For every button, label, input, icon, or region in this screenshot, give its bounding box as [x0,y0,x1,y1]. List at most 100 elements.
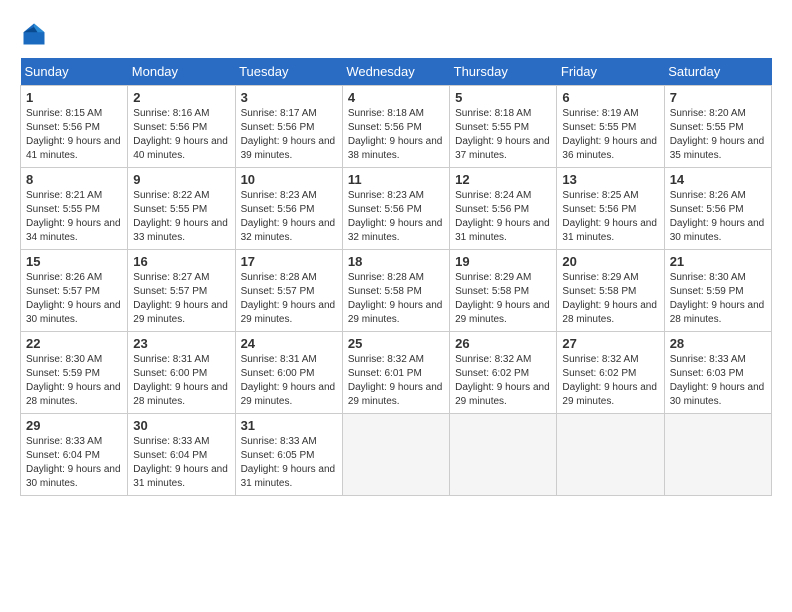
empty-cell [664,414,771,496]
calendar-week-4: 22 Sunrise: 8:30 AM Sunset: 5:59 PM Dayl… [21,332,772,414]
day-number: 20 [562,254,658,269]
calendar-week-1: 1 Sunrise: 8:15 AM Sunset: 5:56 PM Dayli… [21,86,772,168]
day-cell-30: 30 Sunrise: 8:33 AM Sunset: 6:04 PM Dayl… [128,414,235,496]
day-number: 18 [348,254,444,269]
day-cell-4: 4 Sunrise: 8:18 AM Sunset: 5:56 PM Dayli… [342,86,449,168]
day-info: Sunrise: 8:23 AM Sunset: 5:56 PM Dayligh… [348,189,444,245]
day-cell-26: 26 Sunrise: 8:32 AM Sunset: 6:02 PM Dayl… [450,332,557,414]
day-info: Sunrise: 8:30 AM Sunset: 5:59 PM Dayligh… [26,353,122,409]
day-number: 14 [670,172,766,187]
empty-cell [557,414,664,496]
day-cell-8: 8 Sunrise: 8:21 AM Sunset: 5:55 PM Dayli… [21,168,128,250]
day-info: Sunrise: 8:21 AM Sunset: 5:55 PM Dayligh… [26,189,122,245]
day-number: 11 [348,172,444,187]
day-info: Sunrise: 8:33 AM Sunset: 6:05 PM Dayligh… [241,435,337,491]
day-cell-29: 29 Sunrise: 8:33 AM Sunset: 6:04 PM Dayl… [21,414,128,496]
day-cell-25: 25 Sunrise: 8:32 AM Sunset: 6:01 PM Dayl… [342,332,449,414]
day-number: 3 [241,90,337,105]
day-info: Sunrise: 8:32 AM Sunset: 6:01 PM Dayligh… [348,353,444,409]
day-number: 21 [670,254,766,269]
day-number: 10 [241,172,337,187]
day-info: Sunrise: 8:18 AM Sunset: 5:55 PM Dayligh… [455,107,551,163]
day-info: Sunrise: 8:30 AM Sunset: 5:59 PM Dayligh… [670,271,766,327]
day-cell-1: 1 Sunrise: 8:15 AM Sunset: 5:56 PM Dayli… [21,86,128,168]
weekday-header-sunday: Sunday [21,58,128,86]
day-number: 24 [241,336,337,351]
day-cell-10: 10 Sunrise: 8:23 AM Sunset: 5:56 PM Dayl… [235,168,342,250]
calendar-week-3: 15 Sunrise: 8:26 AM Sunset: 5:57 PM Dayl… [21,250,772,332]
day-number: 1 [26,90,122,105]
day-info: Sunrise: 8:33 AM Sunset: 6:04 PM Dayligh… [133,435,229,491]
day-number: 26 [455,336,551,351]
day-cell-11: 11 Sunrise: 8:23 AM Sunset: 5:56 PM Dayl… [342,168,449,250]
day-cell-2: 2 Sunrise: 8:16 AM Sunset: 5:56 PM Dayli… [128,86,235,168]
day-info: Sunrise: 8:15 AM Sunset: 5:56 PM Dayligh… [26,107,122,163]
weekday-header-thursday: Thursday [450,58,557,86]
day-info: Sunrise: 8:25 AM Sunset: 5:56 PM Dayligh… [562,189,658,245]
logo [20,20,52,48]
day-cell-27: 27 Sunrise: 8:32 AM Sunset: 6:02 PM Dayl… [557,332,664,414]
day-number: 30 [133,418,229,433]
day-number: 13 [562,172,658,187]
day-info: Sunrise: 8:20 AM Sunset: 5:55 PM Dayligh… [670,107,766,163]
weekday-header-monday: Monday [128,58,235,86]
day-cell-22: 22 Sunrise: 8:30 AM Sunset: 5:59 PM Dayl… [21,332,128,414]
day-info: Sunrise: 8:32 AM Sunset: 6:02 PM Dayligh… [562,353,658,409]
day-number: 28 [670,336,766,351]
day-info: Sunrise: 8:27 AM Sunset: 5:57 PM Dayligh… [133,271,229,327]
day-cell-21: 21 Sunrise: 8:30 AM Sunset: 5:59 PM Dayl… [664,250,771,332]
day-cell-15: 15 Sunrise: 8:26 AM Sunset: 5:57 PM Dayl… [21,250,128,332]
day-cell-28: 28 Sunrise: 8:33 AM Sunset: 6:03 PM Dayl… [664,332,771,414]
logo-icon [20,20,48,48]
empty-cell [342,414,449,496]
day-cell-9: 9 Sunrise: 8:22 AM Sunset: 5:55 PM Dayli… [128,168,235,250]
day-number: 29 [26,418,122,433]
day-cell-14: 14 Sunrise: 8:26 AM Sunset: 5:56 PM Dayl… [664,168,771,250]
day-info: Sunrise: 8:29 AM Sunset: 5:58 PM Dayligh… [562,271,658,327]
day-number: 7 [670,90,766,105]
day-cell-5: 5 Sunrise: 8:18 AM Sunset: 5:55 PM Dayli… [450,86,557,168]
day-number: 2 [133,90,229,105]
day-number: 23 [133,336,229,351]
day-cell-13: 13 Sunrise: 8:25 AM Sunset: 5:56 PM Dayl… [557,168,664,250]
weekday-header-saturday: Saturday [664,58,771,86]
day-info: Sunrise: 8:28 AM Sunset: 5:58 PM Dayligh… [348,271,444,327]
day-info: Sunrise: 8:23 AM Sunset: 5:56 PM Dayligh… [241,189,337,245]
weekday-header-row: SundayMondayTuesdayWednesdayThursdayFrid… [21,58,772,86]
day-cell-7: 7 Sunrise: 8:20 AM Sunset: 5:55 PM Dayli… [664,86,771,168]
day-info: Sunrise: 8:32 AM Sunset: 6:02 PM Dayligh… [455,353,551,409]
day-number: 16 [133,254,229,269]
day-info: Sunrise: 8:24 AM Sunset: 5:56 PM Dayligh… [455,189,551,245]
day-cell-17: 17 Sunrise: 8:28 AM Sunset: 5:57 PM Dayl… [235,250,342,332]
calendar-week-2: 8 Sunrise: 8:21 AM Sunset: 5:55 PM Dayli… [21,168,772,250]
day-info: Sunrise: 8:28 AM Sunset: 5:57 PM Dayligh… [241,271,337,327]
empty-cell [450,414,557,496]
day-info: Sunrise: 8:26 AM Sunset: 5:57 PM Dayligh… [26,271,122,327]
day-number: 9 [133,172,229,187]
day-number: 17 [241,254,337,269]
day-cell-16: 16 Sunrise: 8:27 AM Sunset: 5:57 PM Dayl… [128,250,235,332]
day-number: 4 [348,90,444,105]
day-info: Sunrise: 8:18 AM Sunset: 5:56 PM Dayligh… [348,107,444,163]
day-number: 15 [26,254,122,269]
day-cell-3: 3 Sunrise: 8:17 AM Sunset: 5:56 PM Dayli… [235,86,342,168]
calendar-table: SundayMondayTuesdayWednesdayThursdayFrid… [20,58,772,496]
day-info: Sunrise: 8:22 AM Sunset: 5:55 PM Dayligh… [133,189,229,245]
day-number: 27 [562,336,658,351]
day-number: 22 [26,336,122,351]
day-info: Sunrise: 8:33 AM Sunset: 6:04 PM Dayligh… [26,435,122,491]
day-number: 25 [348,336,444,351]
day-number: 6 [562,90,658,105]
day-number: 5 [455,90,551,105]
day-number: 8 [26,172,122,187]
day-cell-23: 23 Sunrise: 8:31 AM Sunset: 6:00 PM Dayl… [128,332,235,414]
day-number: 12 [455,172,551,187]
day-cell-24: 24 Sunrise: 8:31 AM Sunset: 6:00 PM Dayl… [235,332,342,414]
day-number: 19 [455,254,551,269]
day-cell-19: 19 Sunrise: 8:29 AM Sunset: 5:58 PM Dayl… [450,250,557,332]
weekday-header-tuesday: Tuesday [235,58,342,86]
weekday-header-friday: Friday [557,58,664,86]
day-number: 31 [241,418,337,433]
weekday-header-wednesday: Wednesday [342,58,449,86]
day-info: Sunrise: 8:31 AM Sunset: 6:00 PM Dayligh… [133,353,229,409]
